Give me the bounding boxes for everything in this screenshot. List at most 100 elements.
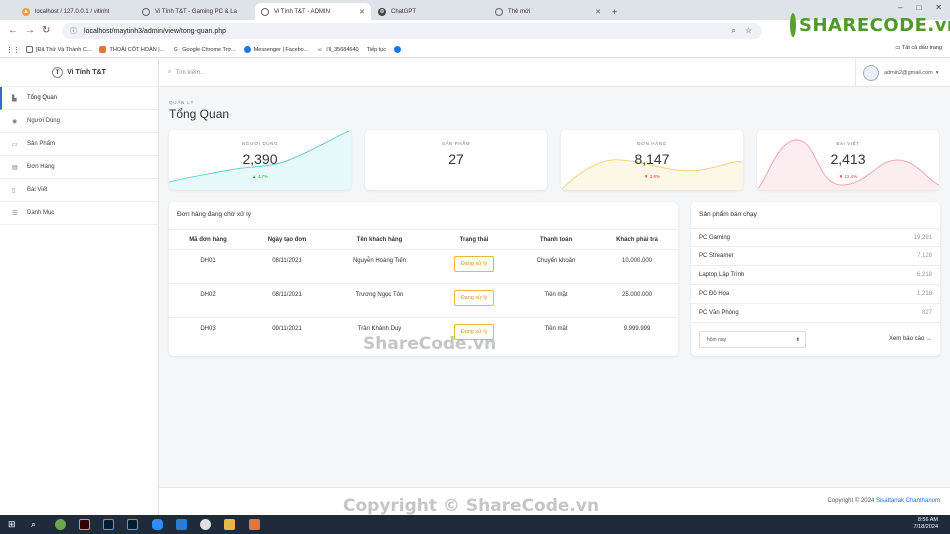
table-row: DH02 08/11/2021 Trương Ngọc Tôn Đang xử … [169, 283, 678, 318]
bookmark-item[interactable] [393, 46, 404, 53]
tab-title: Vi Tính T&T - Gaming PC & La [155, 8, 237, 15]
apps-icon[interactable]: ⋮⋮ [6, 46, 20, 54]
search-icon[interactable]: ⌕ [31, 519, 42, 530]
bookmark-item[interactable]: THOẢI CỐT HOÀN |... [99, 46, 164, 53]
reload-icon[interactable]: ↻ [42, 25, 50, 36]
card-title: Sản phẩm bán chạy [699, 211, 757, 218]
status-cell: Đang xử lý [432, 283, 516, 318]
file-explorer-icon[interactable] [224, 519, 235, 530]
list-icon: ☰ [12, 210, 18, 217]
list-item[interactable]: PC Văn Phòng 827 [691, 304, 940, 323]
browser-tab[interactable]: Thẻ mới ✕ [489, 3, 607, 20]
browser-tab[interactable]: Vi Tính T&T - Gaming PC & La [136, 3, 254, 20]
brand-name: Vi Tính T&T [67, 69, 106, 76]
browser-tab[interactable]: ⊛ ChatGPT [372, 3, 488, 20]
bookmark-item[interactable]: G Google Chrome Trợ... [172, 46, 236, 53]
product-count: 6,218 [916, 272, 932, 278]
windows-taskbar: ⊞ ⌕ 8:56 AM 7/18/2024 [0, 515, 950, 534]
customer-name: Trương Ngọc Tôn [327, 283, 432, 318]
back-icon[interactable]: ← [8, 25, 18, 36]
list-item[interactable]: Laptop Lập Trình 6,218 [691, 266, 940, 285]
zoom-app-icon[interactable] [152, 519, 163, 530]
illustrator-icon[interactable] [79, 519, 90, 530]
tab-title: localhost / 127.0.0.1 / vitinht [35, 8, 110, 15]
all-bookmarks[interactable]: ▭ Tất cả dấu trang [895, 45, 942, 51]
sidebar-item-posts[interactable]: ▯ Bài Viết [0, 179, 158, 202]
url-text: localhost/maytinh3/admin/view/tong-quan.… [84, 27, 227, 35]
order-id: DH02 [169, 283, 247, 318]
order-id: DH01 [169, 249, 247, 284]
chevron-down-icon: ▾ [935, 70, 939, 76]
link-icon: ∞ [318, 46, 322, 53]
list-item[interactable]: PC Gaming 19,291 [691, 228, 940, 247]
period-select[interactable]: hôm nay ⬍ [699, 331, 806, 348]
clock-date: 7/18/2024 [913, 524, 938, 530]
sidebar-item-users[interactable]: ◉ Người Dùng [0, 110, 158, 133]
pending-orders-card: Đơn hàng đang chờ xử lý Mã đơn hàng Ngày… [169, 202, 678, 356]
site-info-icon[interactable]: ⓘ [70, 26, 77, 36]
browser-tab[interactable]: ▲ localhost / 127.0.0.1 / vitinht [16, 3, 134, 20]
stat-label: SẢN PHẨM [441, 141, 471, 146]
chatgpt-icon: ⊛ [378, 7, 386, 16]
bookmark-star-icon[interactable]: ☆ [745, 26, 752, 36]
period-select-value: hôm nay [707, 336, 727, 343]
status-button[interactable]: Đang xử lý [453, 256, 495, 272]
status-button[interactable]: Đang xử lý [453, 290, 495, 306]
stat-value: 27 [448, 151, 464, 167]
customer-name: Nguyễn Hoàng Tiến [327, 249, 432, 284]
product-count: 827 [921, 310, 932, 316]
brand[interactable]: T Vi Tính T&T [0, 59, 158, 87]
sidebar-item-label: Tổng Quan [27, 95, 58, 101]
lightroom-icon[interactable] [103, 519, 114, 530]
forward-icon[interactable]: → [25, 25, 35, 36]
windows-start-icon[interactable]: ⊞ [8, 519, 19, 530]
xampp-icon[interactable] [249, 519, 260, 530]
order-total: 10.000.000 [596, 249, 678, 284]
app-icon[interactable] [55, 519, 66, 530]
sidebar-item-categories[interactable]: ☰ Danh Mục [0, 202, 158, 225]
browser-tab-active[interactable]: Vi Tính T&T - ADMIN ✕ [255, 3, 371, 20]
photoshop-icon[interactable] [127, 519, 138, 530]
list-item[interactable]: PC Đồ Họa 1,218 [691, 285, 940, 304]
product-name: PC Văn Phòng [699, 310, 739, 316]
stat-change: ▼ 3.8% [561, 174, 743, 179]
bookmark-item[interactable]: Messenger | Facebo... [243, 46, 308, 53]
chart-icon: ▙ [12, 95, 17, 102]
stat-card-users: NGƯỜI DÙNG 2,390 ▲ 4.7% [169, 130, 351, 190]
chrome-icon[interactable] [200, 519, 211, 530]
brand-logo-icon: T [52, 67, 64, 78]
url-field[interactable]: ⓘ localhost/maytinh3/admin/view/tong-qua… [62, 23, 762, 39]
bookmark-item[interactable]: ∞ i'll_35684640 [316, 46, 359, 53]
zoom-icon[interactable]: ⌕ [731, 26, 735, 36]
bookmark-item[interactable]: Tiếp tục [367, 47, 386, 53]
sidebar-item-overview[interactable]: ▙ Tổng Quan [0, 87, 158, 110]
search-input[interactable]: ⌕ Tìm kiếm... [168, 69, 205, 76]
user-menu[interactable]: admin2@gmail.com ▾ [855, 59, 950, 87]
close-tab-icon[interactable]: ✕ [595, 8, 601, 16]
product-count: 7,128 [916, 253, 932, 259]
sidebar-item-orders[interactable]: ▤ Đơn Hàng [0, 156, 158, 179]
view-report-link[interactable]: Xem báo cáo → [889, 336, 932, 342]
list-item[interactable]: PC Streamer 7,128 [691, 247, 940, 266]
column-header: Ngày tạo đơn [247, 229, 327, 250]
shop-icon [99, 46, 107, 53]
bookmark-item[interactable]: [Đã Thử Và Thành C... [26, 46, 91, 53]
new-tab-button[interactable]: + [609, 3, 623, 20]
stat-value: 2,413 [830, 151, 866, 167]
top-header: ⌕ Tìm kiếm... admin2@gmail.com ▾ [159, 59, 950, 87]
vscode-icon[interactable] [176, 519, 187, 530]
receipt-icon: ▤ [12, 164, 18, 171]
globe-icon [261, 7, 269, 16]
select-arrow-icon: ⬍ [795, 336, 800, 343]
close-tab-icon[interactable]: ✕ [359, 8, 365, 16]
arrow-right-icon: → [926, 336, 932, 342]
copyright-prefix: Copyright © 2024 [827, 498, 875, 504]
avatar [863, 65, 879, 81]
copyright-author[interactable]: Sisattanak Chanthanom [876, 498, 940, 504]
product-name: PC Đồ Họa [699, 291, 730, 297]
folder-icon [26, 46, 33, 53]
system-clock[interactable]: 8:56 AM 7/18/2024 [914, 517, 938, 531]
sidebar-item-label: Người Dùng [27, 118, 60, 124]
sidebar-item-products[interactable]: ▭ Sản Phẩm [0, 133, 158, 156]
new-tab-icon [495, 7, 503, 16]
